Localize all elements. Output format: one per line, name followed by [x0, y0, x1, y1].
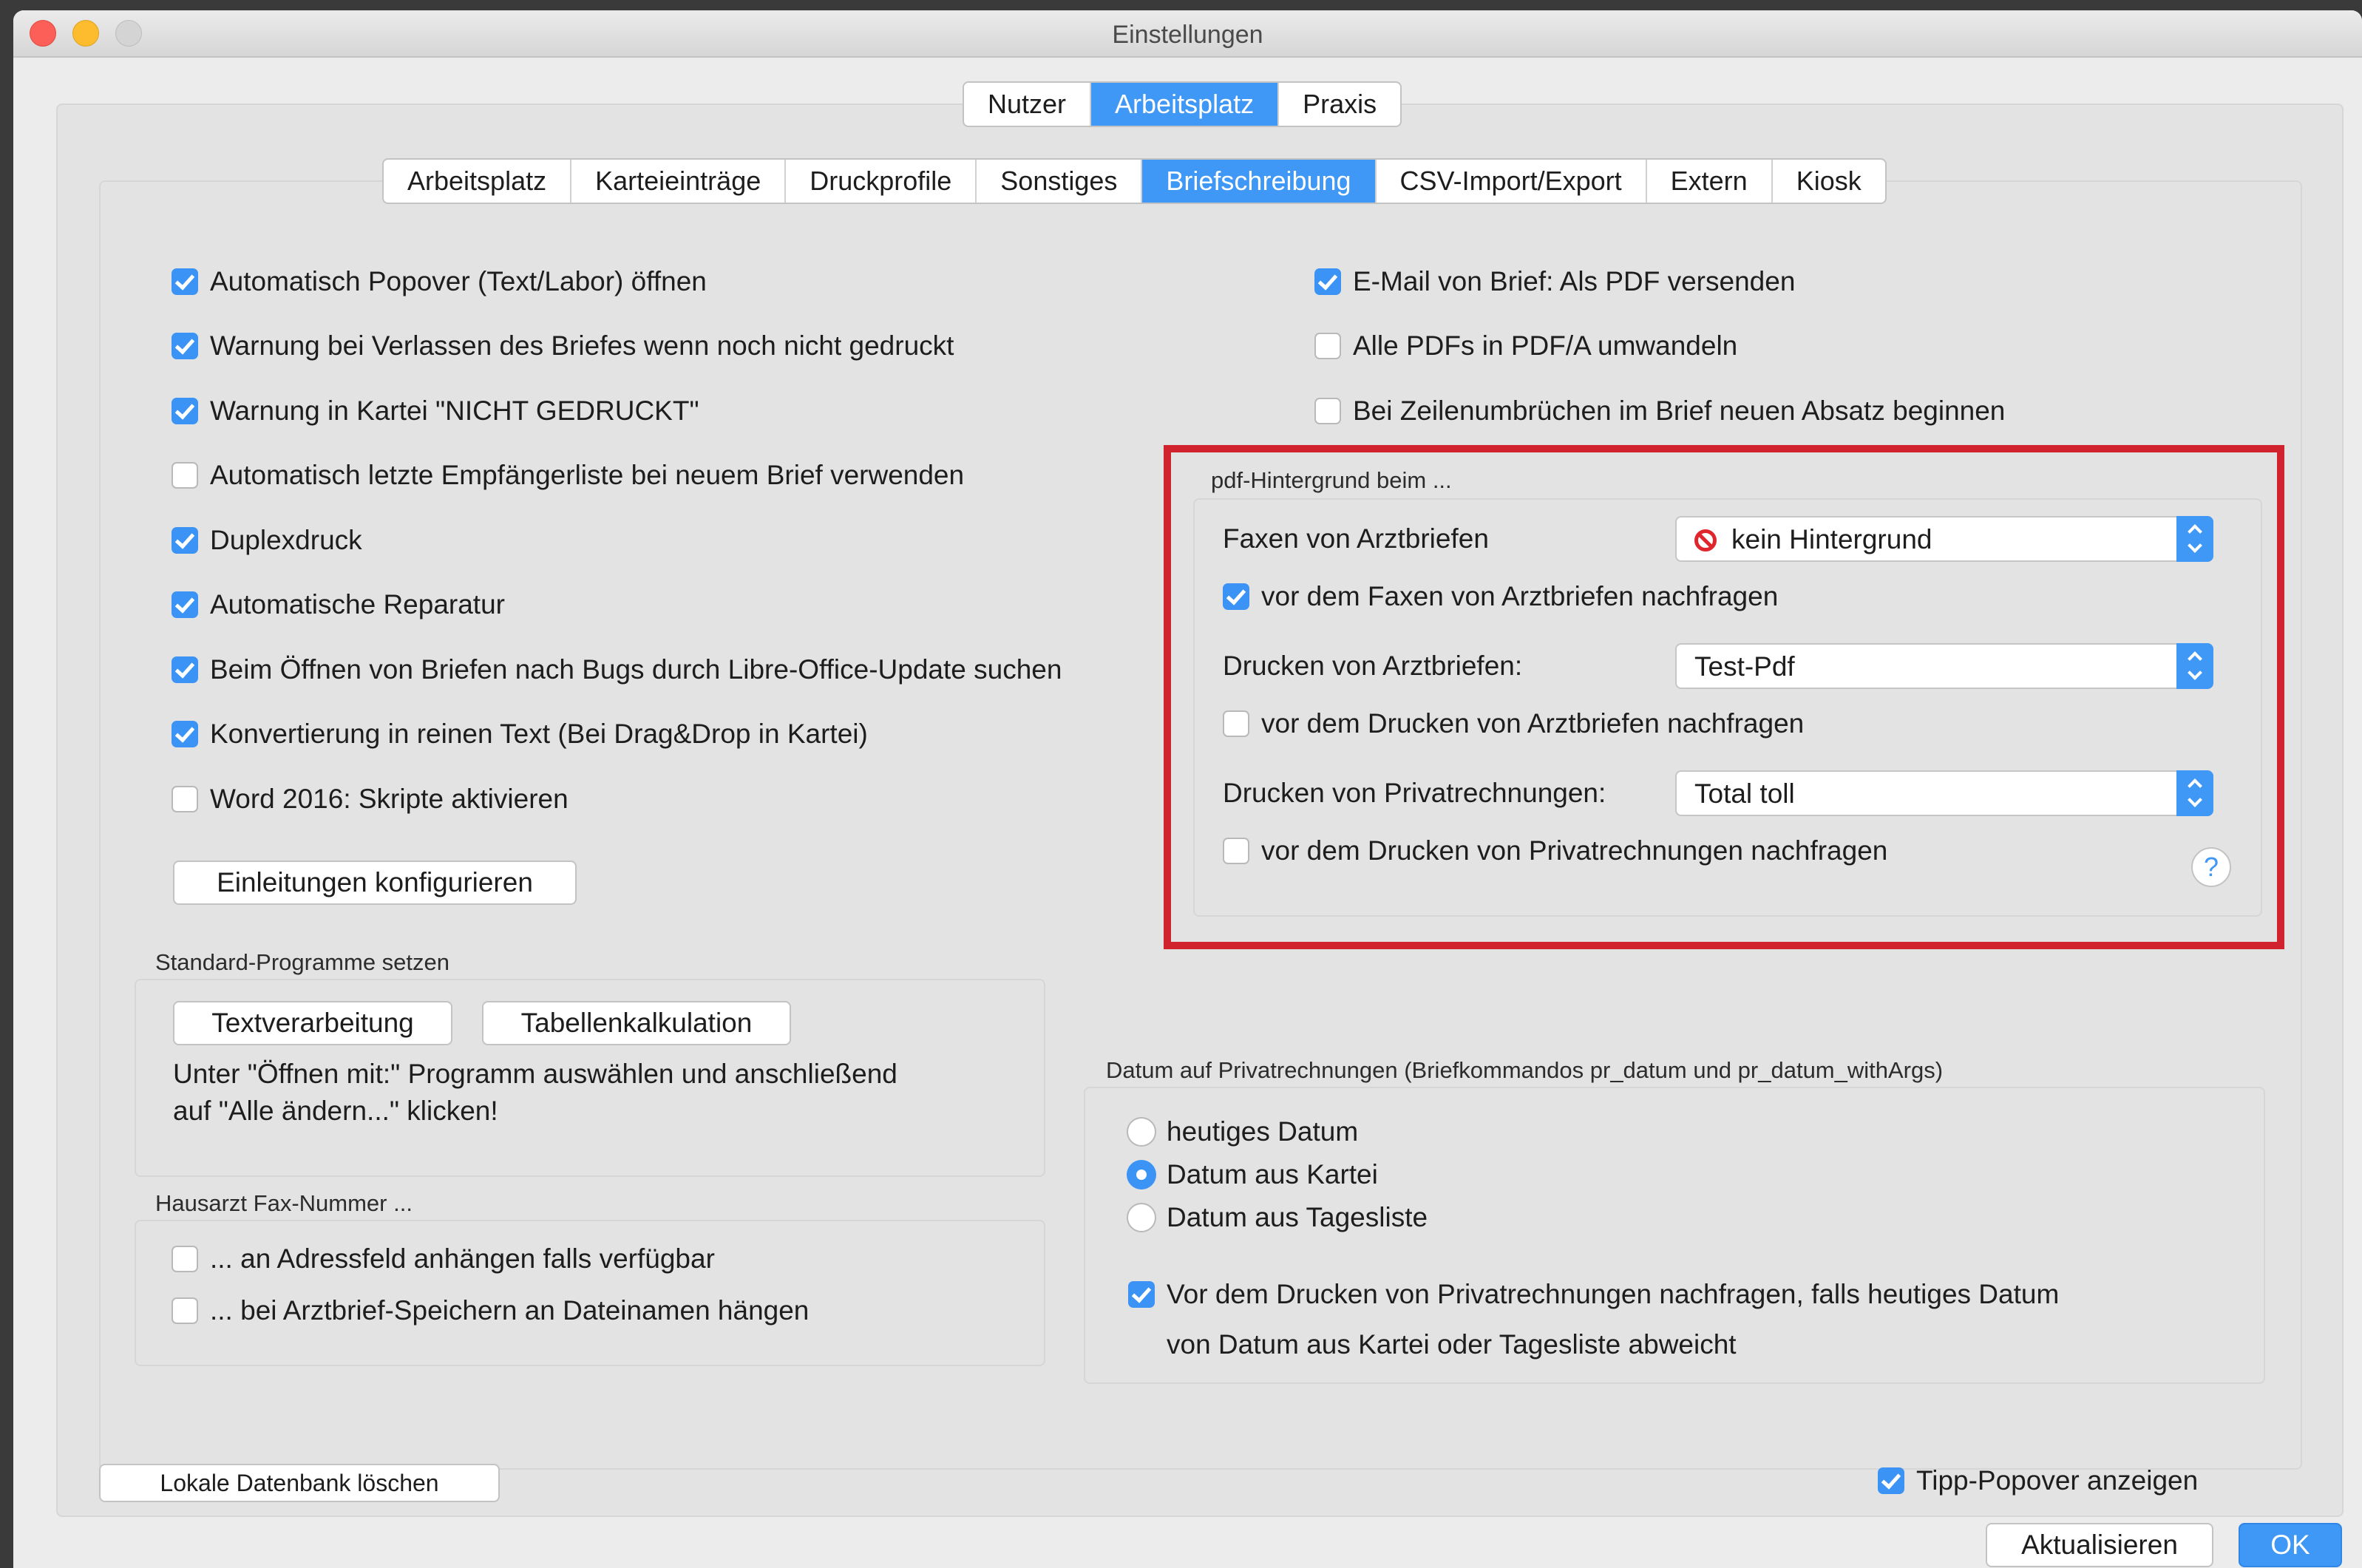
hausarzt-title: Hausarzt Fax-Nummer ... — [155, 1190, 413, 1216]
checkbox-duplexdruck[interactable]: Duplexdruck — [172, 525, 362, 556]
checkbox-label: Bei Zeilenumbrüchen im Brief neuen Absat… — [1353, 396, 2006, 426]
checkbox-checked-icon[interactable] — [1314, 268, 1341, 295]
subtab-karteieintraege[interactable]: Karteieinträge — [571, 160, 787, 203]
subtab-csv-import-export[interactable]: CSV-Import/Export — [1377, 160, 1647, 203]
tab-nutzer[interactable]: Nutzer — [964, 83, 1092, 126]
top-tab-bar: Nutzer Arbeitsplatz Praxis — [963, 81, 1402, 127]
settings-window: Einstellungen Nutzer Arbeitsplatz Praxis… — [13, 10, 2362, 1568]
subtab-kiosk[interactable]: Kiosk — [1773, 160, 1885, 203]
checkbox-label: Beim Öffnen von Briefen nach Bugs durch … — [210, 654, 1062, 685]
checkbox-label: ... bei Arztbrief-Speichern an Dateiname… — [210, 1295, 810, 1326]
checkbox-label: Duplexdruck — [210, 525, 362, 555]
subtab-briefschreibung[interactable]: Briefschreibung — [1142, 160, 1377, 203]
einleitungen-konfigurieren-button[interactable]: Einleitungen konfigurieren — [173, 861, 577, 905]
checkbox-label: Alle PDFs in PDF/A umwandeln — [1353, 330, 1738, 361]
radio-off-icon[interactable] — [1127, 1117, 1156, 1147]
checkbox-warnung-kartei[interactable]: Warnung in Kartei "NICHT GEDRUCKT" — [172, 396, 699, 427]
checkbox-label: Tipp-Popover anzeigen — [1916, 1465, 2199, 1496]
radio-on-icon[interactable] — [1127, 1160, 1156, 1189]
standard-programme-hint-2: auf "Alle ändern..." klicken! — [173, 1096, 498, 1126]
checkbox-warnung-verlassen[interactable]: Warnung bei Verlassen des Briefes wenn n… — [172, 330, 954, 362]
checkbox-label: Warnung bei Verlassen des Briefes wenn n… — [210, 330, 954, 361]
radio-heutiges-datum[interactable]: heutiges Datum — [1127, 1116, 1358, 1147]
checkbox-unchecked-icon[interactable] — [172, 1246, 198, 1272]
checkbox-datum-nachfragen[interactable]: Vor dem Drucken von Privatrechnungen nac… — [1128, 1279, 2059, 1310]
checkbox-dateinamen[interactable]: ... bei Arztbrief-Speichern an Dateiname… — [172, 1295, 809, 1326]
subtab-arbeitsplatz[interactable]: Arbeitsplatz — [384, 160, 572, 203]
checkbox-checked-icon[interactable] — [172, 398, 198, 424]
datum-title: Datum auf Privatrechnungen (Briefkommand… — [1106, 1057, 1944, 1083]
datum-ask-line-2: von Datum aus Kartei oder Tagesliste abw… — [1167, 1329, 1737, 1360]
checkbox-unchecked-icon[interactable] — [172, 462, 198, 489]
sub-tab-bar: Arbeitsplatz Karteieinträge Druckprofile… — [382, 158, 1887, 204]
textverarbeitung-button[interactable]: Textverarbeitung — [173, 1001, 452, 1045]
checkbox-unchecked-icon[interactable] — [172, 786, 198, 812]
checkbox-email-pdf[interactable]: E-Mail von Brief: Als PDF versenden — [1314, 266, 1795, 297]
aktualisieren-button[interactable]: Aktualisieren — [1986, 1523, 2213, 1567]
checkbox-checked-icon[interactable] — [172, 527, 198, 554]
radio-datum-tagesliste[interactable]: Datum aus Tagesliste — [1127, 1202, 1428, 1233]
checkbox-label: Konvertierung in reinen Text (Bei Drag&D… — [210, 719, 868, 749]
standard-programme-title: Standard-Programme setzen — [155, 949, 450, 975]
radio-label: Datum aus Tagesliste — [1167, 1202, 1428, 1232]
standard-programme-hint-1: Unter "Öffnen mit:" Programm auswählen u… — [173, 1059, 897, 1089]
subtab-sonstiges[interactable]: Sonstiges — [977, 160, 1143, 203]
checkbox-adressfeld[interactable]: ... an Adressfeld anhängen falls verfügb… — [172, 1243, 715, 1275]
checkbox-label: Automatische Reparatur — [210, 589, 505, 620]
checkbox-checked-icon[interactable] — [172, 333, 198, 359]
checkbox-label: Automatisch letzte Empfängerliste bei ne… — [210, 460, 965, 490]
checkbox-pdfa[interactable]: Alle PDFs in PDF/A umwandeln — [1314, 330, 1737, 362]
checkbox-unchecked-icon[interactable] — [172, 1297, 198, 1324]
checkbox-label: E-Mail von Brief: Als PDF versenden — [1353, 266, 1796, 296]
checkbox-konvertierung-text[interactable]: Konvertierung in reinen Text (Bei Drag&D… — [172, 719, 868, 750]
tab-praxis[interactable]: Praxis — [1279, 83, 1400, 126]
subtab-druckprofile[interactable]: Druckprofile — [786, 160, 977, 203]
checkbox-checked-icon[interactable] — [1128, 1281, 1155, 1308]
tabellenkalkulation-button[interactable]: Tabellenkalkulation — [482, 1001, 791, 1045]
checkbox-libre-office-bugs[interactable]: Beim Öffnen von Briefen nach Bugs durch … — [172, 654, 1062, 685]
highlight-frame — [1164, 445, 2284, 949]
checkbox-unchecked-icon[interactable] — [1314, 333, 1341, 359]
checkbox-label: Word 2016: Skripte aktivieren — [210, 784, 569, 814]
checkbox-label: Warnung in Kartei "NICHT GEDRUCKT" — [210, 396, 699, 426]
checkbox-checked-icon[interactable] — [1878, 1467, 1904, 1494]
radio-off-icon[interactable] — [1127, 1203, 1156, 1232]
tab-arbeitsplatz[interactable]: Arbeitsplatz — [1091, 83, 1280, 126]
checkbox-label: Vor dem Drucken von Privatrechnungen nac… — [1167, 1279, 2060, 1309]
hausarzt-panel — [135, 1220, 1045, 1366]
checkbox-tipp-popover[interactable]: Tipp-Popover anzeigen — [1878, 1465, 2198, 1496]
checkbox-empfaengerliste[interactable]: Automatisch letzte Empfängerliste bei ne… — [172, 460, 964, 491]
window-title: Einstellungen — [1112, 21, 1263, 49]
subtab-extern[interactable]: Extern — [1647, 160, 1773, 203]
radio-label: heutiges Datum — [1167, 1116, 1359, 1147]
checkbox-zeilenumbruch[interactable]: Bei Zeilenumbrüchen im Brief neuen Absat… — [1314, 396, 2005, 427]
checkbox-checked-icon[interactable] — [172, 268, 198, 295]
checkbox-checked-icon[interactable] — [172, 656, 198, 683]
ok-button[interactable]: OK — [2239, 1523, 2342, 1567]
checkbox-label: ... an Adressfeld anhängen falls verfügb… — [210, 1243, 715, 1274]
checkbox-auto-reparatur[interactable]: Automatische Reparatur — [172, 589, 505, 620]
checkbox-checked-icon[interactable] — [172, 591, 198, 618]
checkbox-auto-popover[interactable]: Automatisch Popover (Text/Labor) öffnen — [172, 266, 707, 297]
lokale-datenbank-loeschen-button[interactable]: Lokale Datenbank löschen — [99, 1464, 500, 1502]
radio-label: Datum aus Kartei — [1167, 1159, 1378, 1189]
checkbox-word-skripte[interactable]: Word 2016: Skripte aktivieren — [172, 784, 569, 815]
checkbox-unchecked-icon[interactable] — [1314, 398, 1341, 424]
title-bar: Einstellungen — [13, 10, 2362, 58]
checkbox-checked-icon[interactable] — [172, 721, 198, 747]
checkbox-label: Automatisch Popover (Text/Labor) öffnen — [210, 266, 707, 296]
radio-datum-kartei[interactable]: Datum aus Kartei — [1127, 1159, 1378, 1190]
